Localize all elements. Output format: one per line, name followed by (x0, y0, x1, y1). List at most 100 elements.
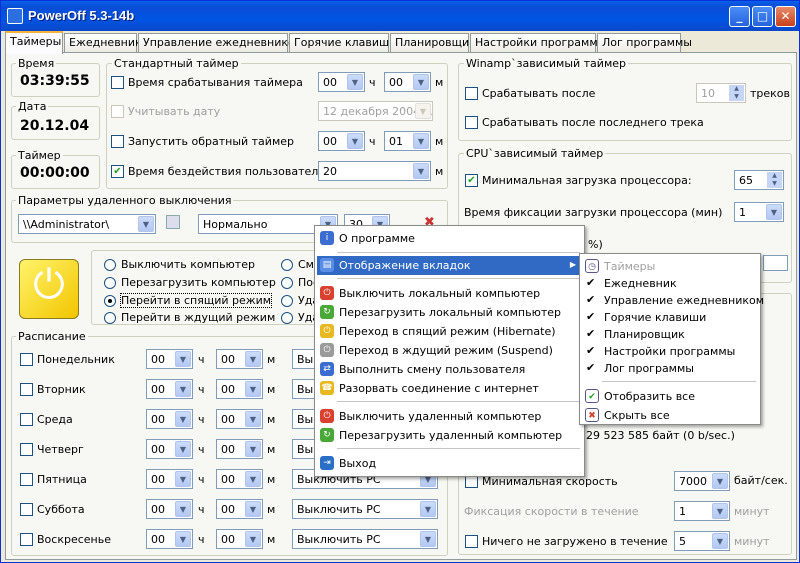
submenu-show-all[interactable]: ✔ Отобразить все (582, 387, 758, 406)
cpu-min-spinner[interactable]: 65 ▲ ▼ (734, 170, 784, 190)
radio-sleep[interactable] (104, 295, 116, 307)
cpu-min-checkbox[interactable]: ✔ (465, 174, 478, 187)
day-hour-select-fri[interactable]: 00 ▼ (146, 469, 193, 489)
timer-hour-select[interactable]: 00 ▼ (318, 72, 365, 92)
title-bar[interactable]: PowerOff 5.3-14b _ □ ✕ (1, 1, 799, 31)
spin-up-icon[interactable]: ▲ (729, 85, 744, 93)
day-hour-select-mon[interactable]: 00 ▼ (146, 349, 193, 369)
day-checkbox-tue[interactable] (20, 383, 33, 396)
chevron-down-icon: ▼ (245, 501, 261, 517)
chevron-down-icon: ▼ (245, 531, 261, 547)
day-hour-value: 00 (151, 383, 165, 396)
network-icon[interactable] (166, 215, 180, 229)
day-action-select-sat[interactable]: Выключить PC ▼ (292, 499, 438, 519)
tab-timers[interactable]: Таймеры (5, 31, 63, 54)
day-checkbox-fri[interactable] (20, 473, 33, 486)
menu-disconnect[interactable]: ☎ Разорвать соединение с интернет (317, 379, 582, 398)
day-minute-select-mon[interactable]: 00 ▼ (216, 349, 263, 369)
day-hour-select-tue[interactable]: 00 ▼ (146, 379, 193, 399)
submenu-hide-all[interactable]: ✖ Скрыть все (582, 406, 758, 425)
tab-hotkeys[interactable]: Горячие клавиши (289, 33, 396, 52)
day-checkbox-wed[interactable] (20, 413, 33, 426)
radio-restart[interactable] (104, 277, 116, 289)
use-date-checkbox[interactable] (111, 105, 124, 118)
maximize-button[interactable]: □ (752, 6, 773, 27)
radio-shutdown[interactable] (104, 259, 116, 271)
day-action-value: Выключить PC (297, 533, 381, 546)
menu-shutdown-remote[interactable]: ⏻ Выключить удаленный компьютер (317, 407, 582, 426)
switch-user-icon: ⇄ (320, 362, 334, 376)
remote-off-icon: ⏻ (320, 409, 334, 423)
day-minute-select-sat[interactable]: 00 ▼ (216, 499, 263, 519)
spin-up-icon[interactable]: ▲ (767, 172, 782, 180)
day-checkbox-thu[interactable] (20, 443, 33, 456)
menu-hibernate[interactable]: ⏻ Переход в спящий режим (Hibernate) (317, 322, 582, 341)
winamp-after-checkbox[interactable] (465, 87, 478, 100)
menu-restart-remote[interactable]: ↻ Перезагрузить удаленный компьютер (317, 426, 582, 445)
minimize-button[interactable]: _ (729, 6, 750, 27)
countdown-checkbox[interactable] (111, 135, 124, 148)
tab-scheduler[interactable]: Планировщик (390, 33, 476, 52)
speed-fix-select[interactable]: 1 ▼ (674, 501, 730, 521)
idle-checkbox[interactable]: ✔ (111, 165, 124, 178)
day-minute-select-wed[interactable]: 00 ▼ (216, 409, 263, 429)
radio-switch-user[interactable] (281, 259, 293, 271)
menu-exit[interactable]: ⇥ Выход (317, 454, 582, 473)
day-hour-select-sat[interactable]: 00 ▼ (146, 499, 193, 519)
menu-show-tabs[interactable]: ▤ Отображение вкладок ▶ (317, 256, 582, 275)
tab-settings[interactable]: Настройки программы (470, 33, 606, 52)
nothing-loaded-checkbox[interactable] (465, 535, 478, 548)
day-minute-select-thu[interactable]: 00 ▼ (216, 439, 263, 459)
spin-down-icon[interactable]: ▼ (729, 93, 744, 101)
menu-restart-local[interactable]: ↻ Перезагрузить локальный компьютер (317, 303, 582, 322)
timer-minute-select[interactable]: 00 ▼ (384, 72, 431, 92)
day-hour-select-thu[interactable]: 00 ▼ (146, 439, 193, 459)
chevron-down-icon: ▼ (245, 471, 261, 487)
day-checkbox-sat[interactable] (20, 503, 33, 516)
day-action-select-sun[interactable]: Выключить PC ▼ (292, 529, 438, 549)
nothing-select[interactable]: 5 ▼ (674, 531, 730, 551)
close-button[interactable]: ✕ (775, 6, 796, 27)
tab-diary[interactable]: Ежедневник (64, 33, 142, 52)
remote-host-select[interactable]: \\Administrator\ ▼ (18, 214, 156, 234)
menu-hibernate-label: Переход в спящий режим (Hibernate) (339, 325, 556, 338)
minute-unit: м (267, 443, 276, 456)
menu-suspend[interactable]: ⏻ Переход в ждущий режим (Suspend) (317, 341, 582, 360)
power-icon[interactable] (19, 259, 79, 319)
day-hour-value: 00 (151, 353, 165, 366)
radio-remote-1[interactable] (281, 295, 293, 307)
day-checkbox-sun[interactable] (20, 533, 33, 546)
radio-standby[interactable] (104, 312, 116, 324)
speed-fix-label: Фиксация скорости в течение (464, 505, 639, 518)
winamp-last-checkbox[interactable] (465, 116, 478, 129)
tab-diary-manage[interactable]: Управление ежедневником (138, 33, 303, 52)
day-hour-select-wed[interactable]: 00 ▼ (146, 409, 193, 429)
radio-remote-2[interactable] (281, 312, 293, 324)
submenu-log-label: Лог программы (604, 362, 694, 375)
countdown-hour-select[interactable]: 00 ▼ (318, 131, 365, 151)
day-minute-select-fri[interactable]: 00 ▼ (216, 469, 263, 489)
menu-separator (337, 401, 580, 402)
day-checkbox-mon[interactable] (20, 353, 33, 366)
tab-log[interactable]: Лог программы (597, 33, 692, 52)
chevron-down-icon: ▼ (175, 381, 191, 397)
radio-option-2[interactable] (281, 277, 293, 289)
speed-select[interactable]: 7000 ▼ (674, 471, 730, 491)
menu-switch-user[interactable]: ⇄ Выполнить смену пользователя (317, 360, 582, 379)
day-minute-select-sun[interactable]: 00 ▼ (216, 529, 263, 549)
spin-down-icon[interactable]: ▼ (767, 180, 782, 188)
date-select[interactable]: 12 декабря 2004 г. ▼ (318, 101, 433, 121)
idle-select[interactable]: 20 ▼ (318, 161, 431, 181)
countdown-minute-select[interactable]: 01 ▼ (384, 131, 431, 151)
day-hour-select-sun[interactable]: 00 ▼ (146, 529, 193, 549)
cpu-field[interactable] (763, 255, 788, 271)
tracks-spinner[interactable]: 10 ▲ ▼ (696, 83, 746, 103)
day-minute-select-tue[interactable]: 00 ▼ (216, 379, 263, 399)
hour-unit: ч (198, 353, 205, 366)
tracks-value: 10 (701, 87, 715, 100)
cpu-fix-select[interactable]: 1 ▼ (734, 202, 784, 222)
menu-about[interactable]: i О программе (317, 229, 582, 248)
menu-shutdown-local[interactable]: ⏻ Выключить локальный компьютер (317, 284, 582, 303)
submenu-log[interactable]: ✔ Лог программы (582, 359, 758, 378)
timer-time-checkbox[interactable] (111, 76, 124, 89)
